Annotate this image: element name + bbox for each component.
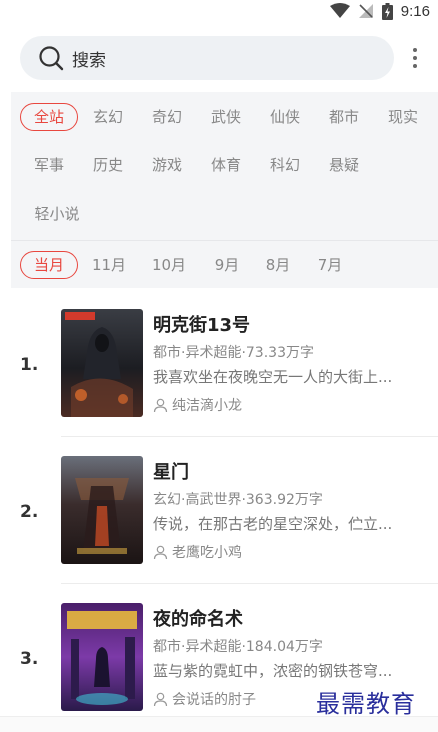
book-author: 会说话的肘子 <box>172 692 256 708</box>
book-rank: 1. <box>20 355 39 375</box>
category-chip[interactable]: 轻小说 <box>26 200 88 228</box>
category-chip[interactable]: 游戏 <box>145 151 189 179</box>
battery-icon <box>381 2 393 20</box>
category-chip[interactable]: 奇幻 <box>145 103 189 131</box>
book-rank: 2. <box>20 502 39 522</box>
book-cover <box>61 603 143 711</box>
book-author-line: 老鹰吃小鸡 <box>153 542 242 562</box>
user-icon <box>153 545 168 559</box>
category-chip[interactable]: 武侠 <box>204 103 248 131</box>
wifi-icon <box>329 3 350 18</box>
category-chip[interactable]: 现实 <box>381 103 425 131</box>
no-signal-icon <box>358 4 373 18</box>
book-cover <box>61 309 143 417</box>
search-label: 搜索 <box>72 50 106 71</box>
category-chip[interactable]: 都市 <box>322 103 366 131</box>
category-chip[interactable]: 玄幻 <box>86 103 130 131</box>
category-chip[interactable]: 仙侠 <box>263 103 307 131</box>
book-meta: 玄幻·高武世界·363.92万字 <box>153 492 323 508</box>
time-filter-chip[interactable]: 11月 <box>86 251 132 279</box>
time-filter-current-month[interactable]: 当月 <box>20 251 78 279</box>
more-vertical-icon[interactable] <box>404 42 426 74</box>
book-title: 夜的命名术 <box>153 609 243 630</box>
book-meta: 都市·异术超能·73.33万字 <box>153 345 314 361</box>
row-divider <box>61 436 438 437</box>
status-time: 9:16 <box>400 2 430 20</box>
panel-divider <box>11 240 438 241</box>
time-filter-chip[interactable]: 8月 <box>258 251 298 279</box>
book-meta: 都市·异术超能·184.04万字 <box>153 639 323 655</box>
time-filter-chip[interactable]: 7月 <box>310 251 350 279</box>
ranking-page: 9:16 搜索 全站 玄幻 奇幻 武侠 仙侠 都市 现实 军事 历史 游戏 体育… <box>0 0 438 732</box>
book-author: 老鹰吃小鸡 <box>172 545 242 561</box>
book-list-item[interactable]: 2. 星门 玄幻·高武世界·363.92万字 传说，在那古老的星空深处，伫立.. <box>0 440 438 586</box>
user-icon <box>153 692 168 706</box>
user-icon <box>153 398 168 412</box>
status-bar: 9:16 <box>0 0 438 22</box>
time-filter-chip[interactable]: 9月 <box>207 251 247 279</box>
book-author-line: 会说话的肘子 <box>153 689 256 709</box>
watermark: 最需教育 <box>316 690 416 718</box>
row-divider <box>61 583 438 584</box>
book-description: 传说，在那古老的星空深处，伫立... <box>153 515 393 533</box>
category-chip[interactable]: 科幻 <box>263 151 307 179</box>
category-chip[interactable]: 军事 <box>26 151 72 179</box>
book-cover <box>61 456 143 564</box>
category-chip-all[interactable]: 全站 <box>20 103 78 131</box>
book-title: 明克街13号 <box>153 315 251 336</box>
book-author-line: 纯洁滴小龙 <box>153 395 242 415</box>
category-chip[interactable]: 体育 <box>204 151 248 179</box>
book-author: 纯洁滴小龙 <box>172 398 242 414</box>
search-icon <box>39 46 64 71</box>
book-rank: 3. <box>20 649 39 669</box>
book-description: 我喜欢坐在夜晚空无一人的大街上... <box>153 368 393 386</box>
book-title: 星门 <box>153 462 189 483</box>
status-icons: 9:16 <box>329 0 430 22</box>
book-list-item[interactable]: 1. 明克街13号 都市·异术超能·73.33万字 我喜欢坐在夜晚空无一人的大街… <box>0 293 438 439</box>
category-chip[interactable]: 悬疑 <box>322 151 366 179</box>
book-description: 蓝与紫的霓虹中，浓密的钢铁苍穹... <box>153 662 393 680</box>
time-filter-chip[interactable]: 10月 <box>145 251 193 279</box>
search-bar[interactable]: 搜索 <box>20 36 394 80</box>
category-chip[interactable]: 历史 <box>86 151 130 179</box>
